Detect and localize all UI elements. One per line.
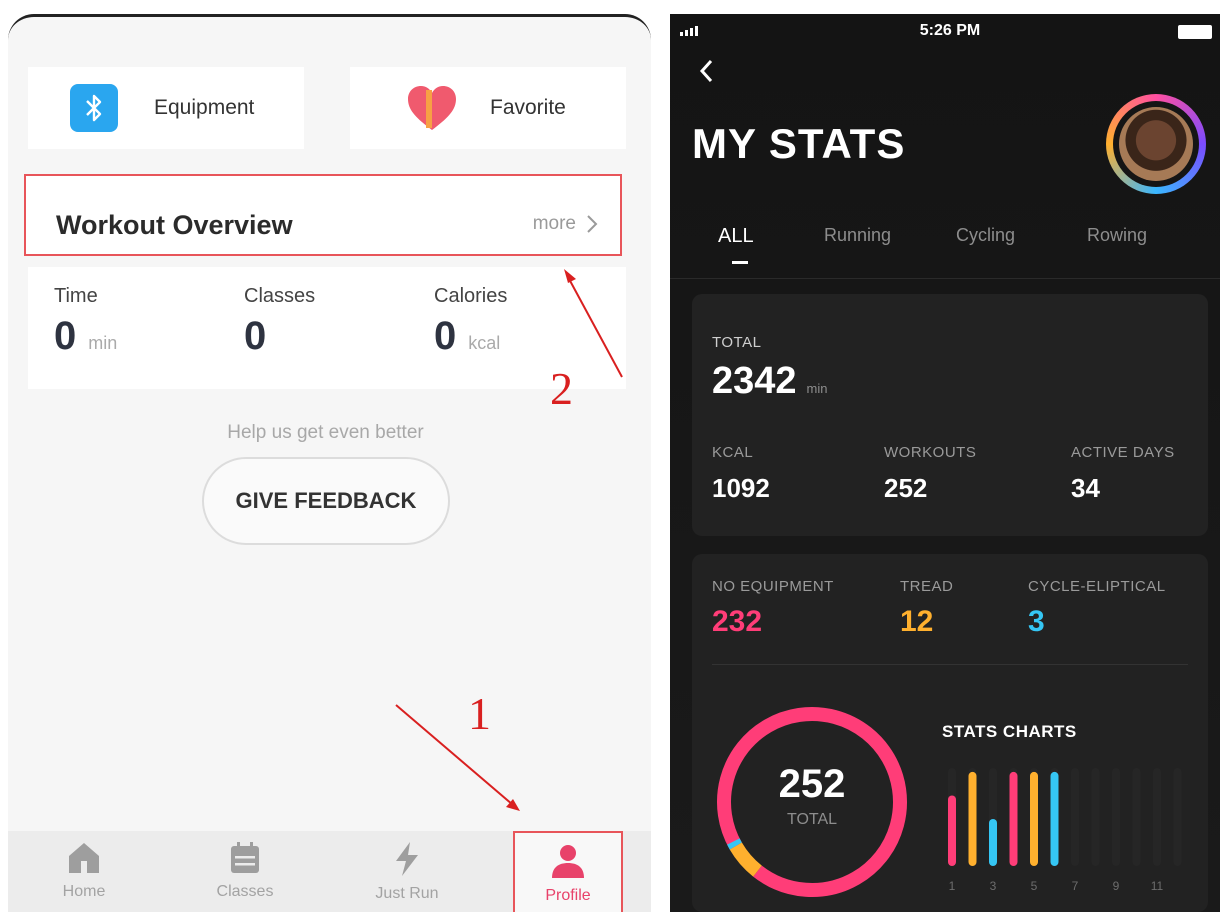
metric-value: 252 [884,473,928,503]
metric-label: KCAL [712,444,754,461]
active-tab-indicator [732,261,748,264]
home-icon [69,843,99,873]
calendar-icon [231,842,259,873]
bar-tick-label: 1 [949,879,956,893]
bar-track [1132,768,1141,866]
equipment-label: NO EQUIPMENT [712,578,834,595]
bar-3 [989,818,997,866]
tab-all[interactable]: ALL [718,225,754,248]
bar-5 [1030,771,1038,866]
user-icon [552,845,584,878]
tab-rowing[interactable]: Rowing [1087,225,1147,246]
tab-cycling[interactable]: Cycling [956,225,1015,246]
screenshot-root: Equipment Favorite Workout Overview more… [0,0,1220,912]
tab-profile[interactable]: Profile [513,831,623,912]
metric-label: ACTIVE DAYS [1071,444,1175,461]
total-unit: min [806,381,828,396]
metric-label: WORKOUTS [884,444,977,461]
total-value: 2342 [712,360,797,402]
stats-bar-chart: 1 3 5 7 9 11 [948,768,1182,893]
bottom-tab-bar: Home Classes Just Run Profile [8,831,651,912]
donut-total-label: TOTAL [786,811,838,828]
equipment-none: NO EQUIPMENT 232 [712,578,834,639]
bar-6 [1050,771,1059,866]
annotation-arrows [395,269,623,811]
bar-tick-label: 3 [990,879,997,893]
donut-total-value: 252 [778,762,846,806]
tab-running[interactable]: Running [824,225,891,246]
bar-track [1071,768,1079,866]
right-phone-screen: 5:26 PM MY STATS ALL Running Cycling Row… [670,14,1220,912]
equipment-value: 12 [900,605,934,638]
bar-tick-label: 5 [1031,879,1038,893]
bar-track [1091,768,1100,866]
avatar-photo [1119,107,1193,181]
bar-tick-label: 9 [1113,879,1120,893]
metric-kcal: KCAL 1092 [712,444,770,504]
metric-active-days: ACTIVE DAYS 34 [1071,444,1175,504]
metric-workouts: WORKOUTS 252 [884,444,976,504]
tab-just-run[interactable]: Just Run [352,831,462,912]
equipment-label: CYCLE-ELIPTICAL [1028,578,1166,595]
metric-value: 1092 [712,473,770,503]
tab-label: Home [62,883,106,900]
left-phone-screen: Equipment Favorite Workout Overview more… [8,14,651,912]
status-time: 5:26 PM [919,22,981,39]
metric-value: 34 [1071,473,1100,503]
bar-1 [948,795,956,866]
battery-icon [1178,25,1212,39]
tab-label: Classes [216,883,274,900]
equipment-cycle-eliptical: CYCLE-ELIPTICAL 3 [1028,578,1166,639]
back-chevron-icon[interactable] [698,58,714,84]
status-bar: 5:26 PM [670,22,1220,42]
lightning-icon [396,842,418,876]
equipment-tread: TREAD 12 [900,578,953,639]
total-stats-card: TOTAL 2342 min KCAL 1092 WORKOUTS 252 ACT… [692,294,1208,536]
equipment-value: 3 [1028,605,1045,638]
bar-track [1112,768,1120,866]
stats-charts-title: STATS CHARTS [942,722,1077,741]
equipment-label: TREAD [900,578,954,595]
bar-tick-label: 7 [1072,879,1079,893]
equipment-value: 232 [712,605,763,638]
avatar[interactable] [1106,94,1206,194]
total-value-row: 2342 min [712,360,828,403]
bar-track [1173,768,1182,866]
bar-2 [968,771,977,866]
equipment-stats-card: NO EQUIPMENT 232 TREAD 12 CYCLE-ELIPTICA… [692,554,1208,912]
tab-label: Just Run [375,885,439,902]
workout-donut-chart: 252 TOTAL [710,700,914,904]
total-label: TOTAL [712,334,762,351]
bar-4 [1009,771,1018,866]
tab-home[interactable]: Home [29,831,139,912]
bar-tick-label: 11 [1151,879,1164,893]
page-title: MY STATS [692,120,906,167]
tab-classes[interactable]: Classes [190,831,300,912]
tab-label: Profile [545,887,591,904]
bar-track [1153,768,1161,866]
filter-tabs: ALL Running Cycling Rowing [670,219,1220,279]
divider [712,664,1188,665]
